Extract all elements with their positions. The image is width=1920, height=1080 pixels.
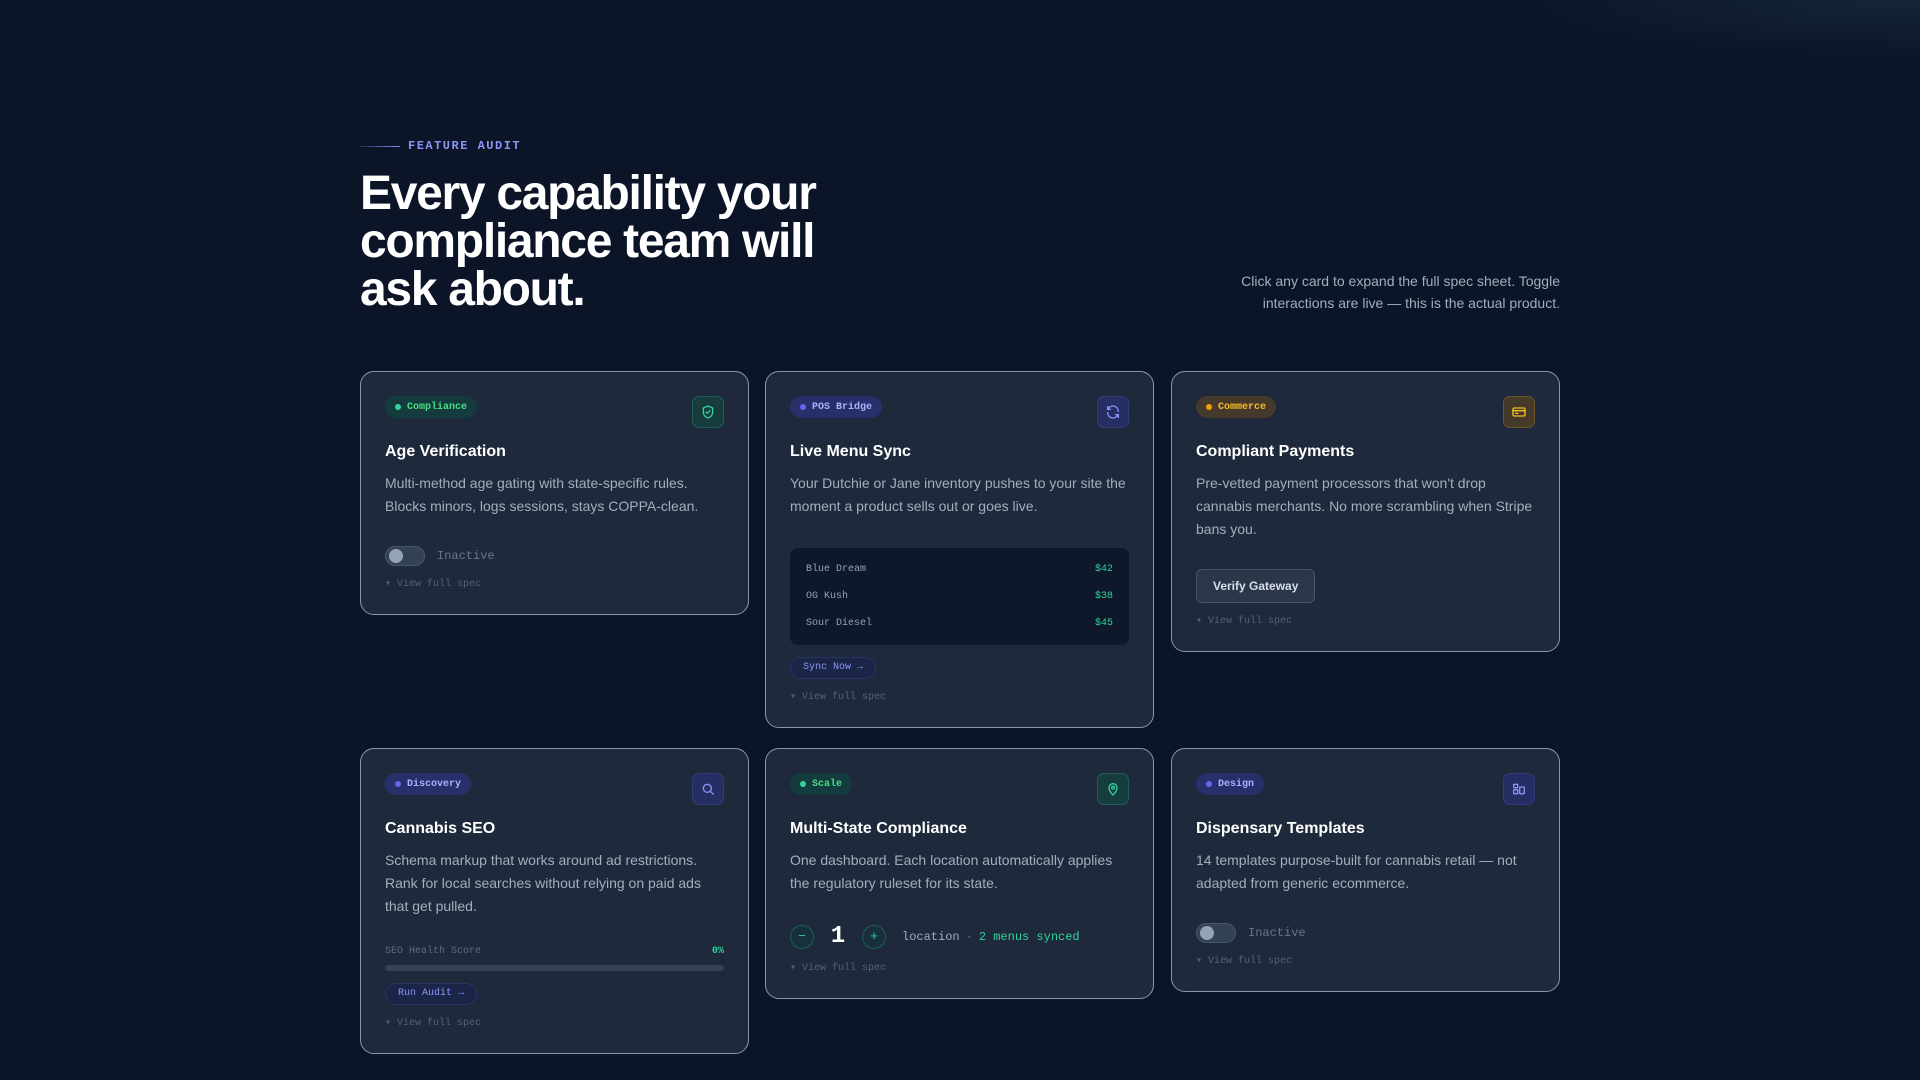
view-spec-link[interactable]: ▾ View full spec [385, 1017, 724, 1029]
card-live-menu-sync[interactable]: POS Bridge Live Menu Sync Your Dutchie o… [765, 371, 1154, 728]
location-summary: location · 2 menus synced [902, 930, 1080, 944]
intro-text: Click any card to expand the full spec s… [1241, 273, 1560, 311]
badge-label: Compliance [407, 401, 468, 413]
verify-gateway-button[interactable]: Verify Gateway [1196, 569, 1316, 603]
map-pin-icon [1097, 773, 1129, 805]
location-unit: location [902, 929, 960, 944]
card-description: Pre-vetted payment processors that won't… [1196, 475, 1533, 537]
card-title: Cannabis SEO [385, 820, 496, 837]
menu-preview-table: Blue Dream $42 OG Kush $38 Sour Diesel $… [790, 548, 1129, 645]
sync-now-button[interactable]: Sync Now → [790, 657, 877, 679]
eyebrow: FEATURE AUDIT [360, 139, 521, 153]
product-price: $42 [1094, 564, 1113, 575]
view-spec-link[interactable]: ▾ View full spec [1196, 615, 1535, 627]
category-badge: Scale [790, 773, 853, 795]
card-title: Compliant Payments [1196, 443, 1355, 460]
product-name: Sour Diesel [806, 618, 873, 629]
badge-dot [800, 781, 806, 787]
layout-icon [1503, 773, 1535, 805]
badge-dot [395, 781, 401, 787]
product-price: $45 [1094, 618, 1113, 629]
category-badge: Compliance [385, 396, 478, 418]
card-description: Multi-method age gating with state-speci… [385, 475, 699, 514]
badge-label: Commerce [1218, 401, 1267, 413]
menus-synced: 2 menus synced [978, 929, 1080, 944]
badge-dot [395, 404, 401, 410]
page-title: Every capability your compliance team wi… [360, 167, 817, 316]
badge-label: Scale [812, 778, 843, 790]
card-age-verification[interactable]: Compliance Age Verification Multi-method… [360, 371, 749, 615]
category-badge: Discovery [385, 773, 472, 795]
category-badge: POS Bridge [790, 396, 883, 418]
view-spec-link[interactable]: ▾ View full spec [790, 962, 1129, 974]
summary-separator: · [965, 929, 973, 944]
toggle-status: Inactive [437, 549, 495, 563]
activation-toggle[interactable] [385, 546, 425, 566]
badge-dot [1206, 404, 1212, 410]
card-description: 14 templates purpose-built for cannabis … [1196, 852, 1517, 891]
decrement-button[interactable]: − [790, 924, 814, 949]
product-price: $38 [1094, 591, 1113, 602]
toggle-status: Inactive [1248, 926, 1306, 940]
category-badge: Commerce [1196, 396, 1277, 418]
view-spec-link[interactable]: ▾ View full spec [790, 691, 1129, 703]
card-cannabis-seo[interactable]: Discovery Cannabis SEO Schema markup tha… [360, 748, 749, 1054]
menu-row: OG Kush $38 [806, 583, 1113, 610]
card-title: Age Verification [385, 443, 506, 460]
score-value: 0% [711, 946, 724, 957]
feature-audit-section: FEATURE AUDIT Every capability your comp… [360, 0, 1560, 1080]
card-title: Multi-State Compliance [790, 820, 967, 837]
refresh-icon [1097, 396, 1129, 428]
product-name: OG Kush [806, 591, 849, 602]
badge-dot [800, 404, 806, 410]
menu-row: Blue Dream $42 [806, 556, 1113, 583]
score-label: SEO Health Score [385, 946, 482, 957]
activation-toggle[interactable] [1196, 923, 1236, 943]
increment-button[interactable]: + [862, 924, 886, 949]
corner-glow [1500, 0, 1920, 60]
location-count: 1 [830, 923, 846, 950]
menu-row: Sour Diesel $45 [806, 610, 1113, 637]
search-icon [692, 773, 724, 805]
run-audit-button[interactable]: Run Audit → [385, 983, 478, 1005]
category-badge: Design [1196, 773, 1265, 795]
seo-score-bar [385, 965, 724, 971]
card-description: Your Dutchie or Jane inventory pushes to… [790, 475, 1126, 514]
badge-label: Discovery [407, 778, 462, 790]
card-dispensary-templates[interactable]: Design Dispensary Templates 14 templates… [1171, 748, 1560, 992]
eyebrow-line [360, 145, 400, 147]
badge-label: POS Bridge [812, 401, 873, 413]
product-name: Blue Dream [806, 564, 867, 575]
view-spec-link[interactable]: ▾ View full spec [1196, 955, 1535, 967]
badge-dot [1206, 781, 1212, 787]
card-title: Live Menu Sync [790, 443, 911, 460]
location-stepper: − 1 + location · 2 menus synced [790, 923, 1129, 950]
card-description: Schema markup that works around ad restr… [385, 852, 701, 914]
toggle-knob [389, 549, 403, 563]
view-spec-link[interactable]: ▾ View full spec [385, 578, 724, 590]
card-multi-state-compliance[interactable]: Scale Multi-State Compliance One dashboa… [765, 748, 1154, 999]
credit-card-icon [1503, 396, 1535, 428]
badge-label: Design [1218, 778, 1255, 790]
toggle-knob [1200, 926, 1214, 940]
card-title: Dispensary Templates [1196, 820, 1365, 837]
eyebrow-label: FEATURE AUDIT [408, 139, 522, 153]
card-description: One dashboard. Each location automatical… [790, 852, 1113, 891]
shield-icon [692, 396, 724, 428]
card-compliant-payments[interactable]: Commerce Compliant Payments Pre-vetted p… [1171, 371, 1560, 652]
